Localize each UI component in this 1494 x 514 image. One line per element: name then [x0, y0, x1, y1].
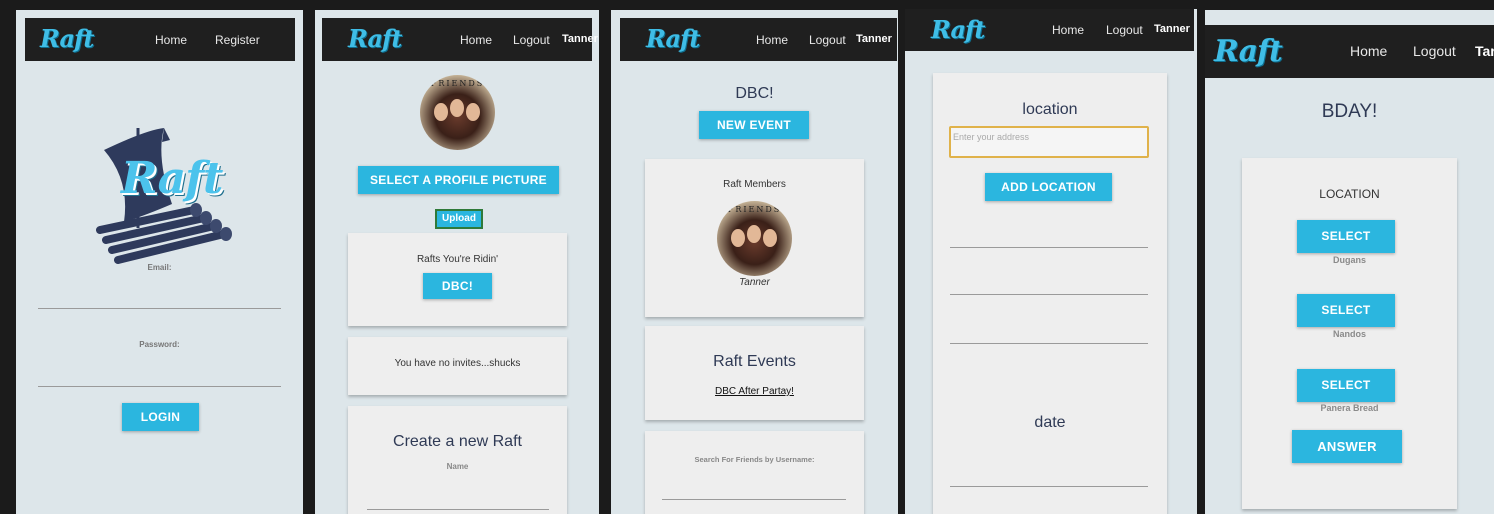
navbar: Raft Home Logout Tanner: [620, 18, 897, 61]
navbar: Raft Home Logout Tanner: [905, 9, 1194, 51]
member-name: Tanner: [739, 277, 770, 288]
search-friends-field[interactable]: [662, 499, 846, 500]
date-field[interactable]: [950, 486, 1148, 487]
select-dugans-button[interactable]: SELECT: [1297, 220, 1395, 253]
navbar: Raft Home Logout Tar: [1205, 25, 1494, 78]
events-card: Raft Events DBC After Partay!: [645, 326, 864, 420]
event-link[interactable]: DBC After Partay!: [715, 386, 794, 397]
password-field[interactable]: [38, 386, 281, 387]
navbar: Raft Home Register: [25, 18, 295, 61]
invites-text: You have no invites...shucks: [394, 358, 521, 369]
raft-logo[interactable]: Raft: [931, 15, 985, 44]
nav-username[interactable]: Tanner: [1154, 23, 1190, 35]
nav-home-link[interactable]: Home: [1350, 43, 1387, 59]
nav-username[interactable]: Tar: [1475, 43, 1494, 59]
event-form-card: location Enter your address ADD LOCATION…: [933, 73, 1167, 514]
nav-register-link[interactable]: Register: [215, 33, 260, 47]
location-divider-2: [950, 294, 1148, 295]
raft-name-label: Name: [446, 462, 469, 471]
events-heading: Raft Events: [713, 353, 796, 370]
password-label: Password:: [139, 340, 180, 349]
rafts-card: Rafts You're Ridin' DBC!: [348, 233, 567, 326]
nav-logout-link[interactable]: Logout: [1413, 43, 1456, 59]
profile-screen: Raft Home Logout Tanner FRIENDS SELECT A…: [315, 10, 599, 514]
select-nandos-button[interactable]: SELECT: [1297, 294, 1395, 327]
invites-card: You have no invites...shucks: [348, 337, 567, 395]
login-screen: Raft Home Register Raft Email: Password:…: [16, 10, 303, 514]
nav-home-link[interactable]: Home: [155, 33, 187, 47]
add-location-button[interactable]: ADD LOCATION: [985, 173, 1112, 201]
raft-name-field[interactable]: [367, 509, 549, 510]
login-button[interactable]: LOGIN: [122, 403, 199, 431]
members-card: Raft Members FRIENDS Tanner: [645, 159, 864, 317]
create-raft-card: Create a new Raft Name: [348, 406, 567, 514]
nav-logout-link[interactable]: Logout: [513, 33, 550, 47]
location-vote-card: LOCATION SELECT Dugans SELECT Nandos SEL…: [1242, 158, 1457, 509]
search-friends-label: Search For Friends by Username:: [694, 455, 815, 464]
option-panera: Panera Bread: [1320, 403, 1379, 413]
members-heading: Raft Members: [723, 179, 786, 190]
answer-button[interactable]: ANSWER: [1292, 430, 1402, 463]
location-heading: location: [1022, 101, 1078, 118]
nav-home-link[interactable]: Home: [460, 33, 492, 47]
email-field[interactable]: [38, 308, 281, 309]
member-avatar[interactable]: FRIENDS: [717, 201, 792, 276]
raft-logo-large: Raft: [121, 153, 223, 204]
raft-logo[interactable]: Raft: [348, 24, 402, 53]
location-divider-1: [950, 247, 1148, 248]
nav-home-link[interactable]: Home: [756, 33, 788, 47]
raft-title: DBC!: [735, 85, 774, 102]
event-vote-screen: Raft Home Logout Tar BDAY! LOCATION SELE…: [1205, 10, 1494, 514]
rafts-heading: Rafts You're Ridin': [416, 254, 499, 265]
nav-logout-link[interactable]: Logout: [809, 33, 846, 47]
nav-username[interactable]: Tanner: [562, 33, 598, 45]
search-friends-card: Search For Friends by Username:: [645, 431, 864, 514]
email-label: Email:: [147, 263, 172, 272]
nav-username[interactable]: Tanner: [856, 33, 892, 45]
nav-logout-link[interactable]: Logout: [1106, 23, 1143, 37]
select-panera-button[interactable]: SELECT: [1297, 369, 1395, 402]
raft-logo[interactable]: Raft: [40, 24, 94, 53]
event-title: BDAY!: [1321, 101, 1378, 122]
date-heading: date: [1034, 414, 1066, 431]
address-input[interactable]: Enter your address: [949, 126, 1149, 158]
location-divider-3: [950, 343, 1148, 344]
navbar: Raft Home Logout Tanner: [322, 18, 598, 61]
select-profile-picture-button[interactable]: SELECT A PROFILE PICTURE: [358, 166, 559, 194]
avatar-caption: FRIENDS: [430, 79, 485, 88]
address-placeholder: Enter your address: [953, 132, 1030, 142]
new-event-screen: Raft Home Logout Tanner location Enter y…: [905, 9, 1197, 514]
upload-button[interactable]: Upload: [435, 209, 483, 229]
avatar-caption: FRIENDS: [727, 205, 782, 214]
raft-detail-screen: Raft Home Logout Tanner DBC! NEW EVENT R…: [611, 10, 898, 514]
option-dugans: Dugans: [1332, 255, 1366, 265]
raft-dbc-button[interactable]: DBC!: [423, 273, 492, 299]
raft-logo[interactable]: Raft: [1214, 34, 1283, 69]
new-event-button[interactable]: NEW EVENT: [699, 111, 809, 139]
option-nandos: Nandos: [1332, 329, 1366, 339]
raft-logo[interactable]: Raft: [646, 24, 700, 53]
location-vote-heading: LOCATION: [1319, 187, 1380, 201]
create-raft-heading: Create a new Raft: [393, 433, 522, 450]
nav-home-link[interactable]: Home: [1052, 23, 1084, 37]
profile-avatar: FRIENDS: [420, 75, 495, 150]
